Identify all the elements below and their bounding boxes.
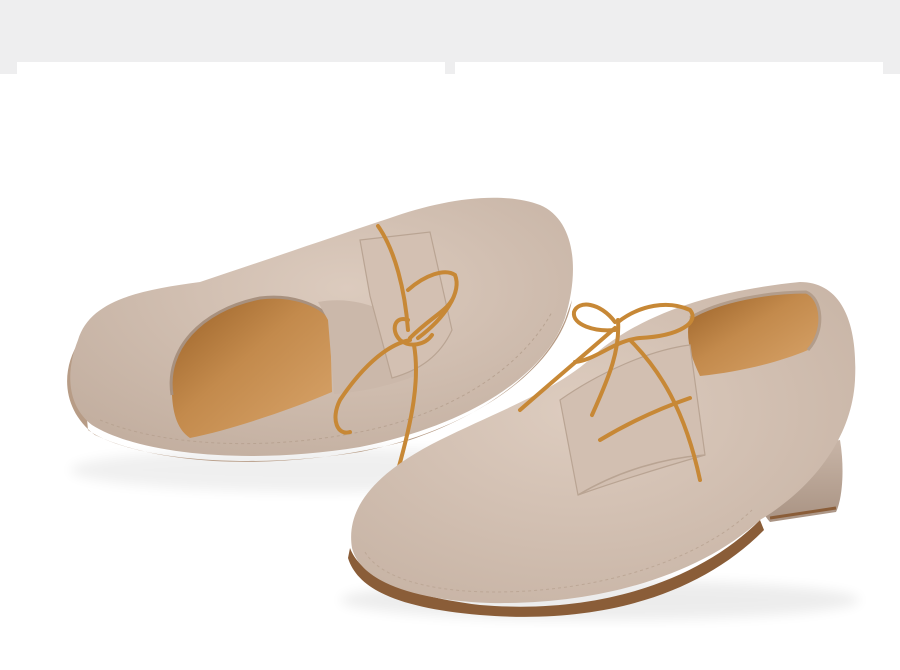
product-photo <box>0 0 900 670</box>
shoes-illustration <box>67 197 860 620</box>
